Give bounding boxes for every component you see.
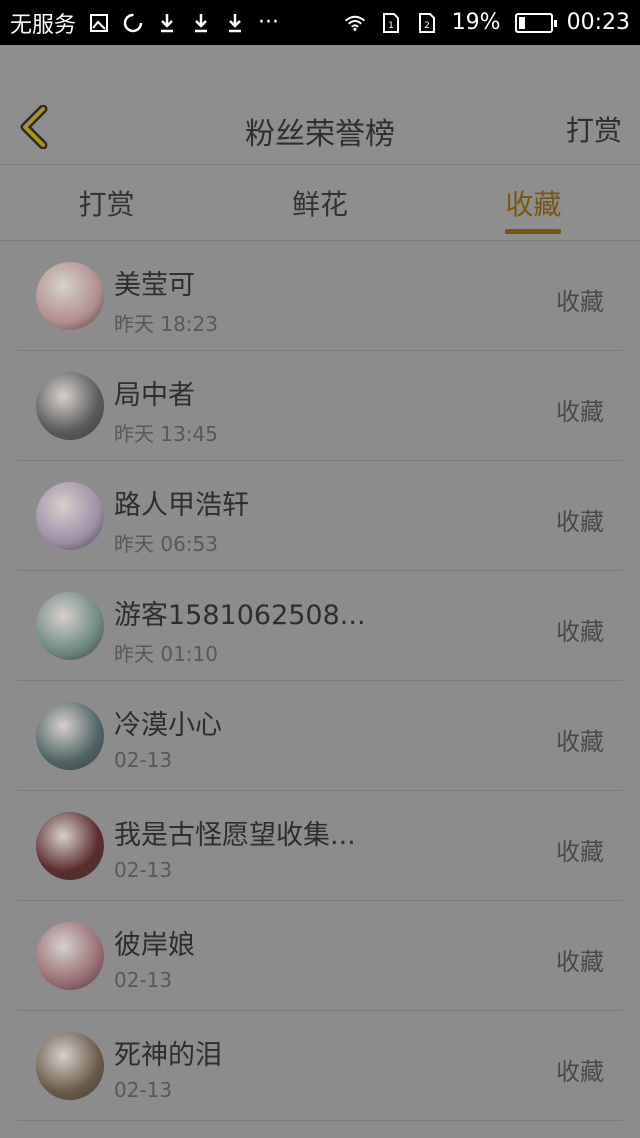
user-name: 游客1581062508... (114, 600, 366, 631)
status-bar: 无服务 ··· 1 2 19% 00:23 (0, 0, 640, 45)
battery-icon (514, 12, 557, 33)
avatar (36, 922, 104, 990)
carrier-label: 无服务 (10, 12, 77, 38)
favorite-label: 收藏 (556, 728, 604, 756)
avatar (36, 1032, 104, 1100)
timestamp: 昨天 13:45 (114, 422, 218, 446)
avatar (36, 812, 104, 880)
favorite-label: 收藏 (556, 948, 604, 976)
fan-list: 美莹可 昨天 18:23 收藏 局中者 昨天 13:45 收藏 路人甲浩轩 昨天… (0, 241, 640, 1121)
timestamp: 02-13 (114, 748, 173, 772)
favorite-label: 收藏 (556, 508, 604, 536)
tab-flowers[interactable]: 鲜花 (213, 165, 426, 240)
favorite-label: 收藏 (556, 1058, 604, 1086)
avatar (36, 372, 104, 440)
sim-card-icon: 2 (416, 12, 438, 34)
tab-favorites[interactable]: 收藏 (427, 165, 640, 240)
tip-button[interactable]: 打赏 (566, 109, 622, 149)
avatar (36, 592, 104, 660)
list-item[interactable]: 冷漠小心 02-13 收藏 (18, 681, 622, 791)
sync-icon (122, 12, 144, 34)
battery-fill (518, 16, 525, 29)
svg-text:1: 1 (388, 21, 394, 31)
list-item[interactable]: 死神的泪 02-13 收藏 (18, 1011, 622, 1121)
timestamp: 昨天 06:53 (114, 532, 218, 556)
status-left: 无服务 ··· (10, 7, 279, 39)
list-item[interactable]: 我是古怪愿望收集... 02-13 收藏 (18, 791, 622, 901)
user-name: 死神的泪 (114, 1040, 222, 1071)
list-item[interactable]: 美莹可 昨天 18:23 收藏 (18, 241, 622, 351)
favorite-label: 收藏 (556, 838, 604, 866)
avatar (36, 482, 104, 550)
timestamp: 昨天 01:10 (114, 642, 218, 666)
wifi-icon (344, 12, 366, 34)
download-icon (224, 12, 246, 34)
clock: 00:23 (566, 10, 630, 35)
user-name: 路人甲浩轩 (114, 490, 249, 521)
timestamp: 昨天 18:23 (114, 312, 218, 336)
status-right: 1 2 19% 00:23 (344, 10, 630, 35)
favorite-label: 收藏 (556, 618, 604, 646)
list-item[interactable]: 游客1581062508... 昨天 01:10 收藏 (18, 571, 622, 681)
timestamp: 02-13 (114, 1078, 173, 1102)
tab-label: 鲜花 (291, 187, 348, 221)
more-notifications-label: ··· (258, 10, 279, 35)
list-item[interactable]: 彼岸娘 02-13 收藏 (18, 901, 622, 1011)
tab-bar: 打赏 鲜花 收藏 (0, 165, 640, 241)
user-name: 我是古怪愿望收集... (114, 820, 356, 851)
tab-label: 收藏 (505, 187, 562, 221)
battery-percent: 19% (451, 10, 501, 35)
user-name: 彼岸娘 (114, 930, 195, 961)
avatar (36, 262, 104, 330)
tab-label: 打赏 (78, 187, 135, 221)
tab-tip[interactable]: 打赏 (0, 165, 213, 240)
image-icon (88, 12, 110, 34)
favorite-label: 收藏 (556, 288, 604, 316)
sim-card-icon: 1 (380, 12, 402, 34)
timestamp: 02-13 (114, 968, 173, 992)
user-name: 美莹可 (114, 270, 195, 301)
list-item[interactable]: 局中者 昨天 13:45 收藏 (18, 351, 622, 461)
avatar (36, 702, 104, 770)
download-icon (156, 12, 178, 34)
download-icon (190, 12, 212, 34)
user-name: 冷漠小心 (114, 710, 222, 741)
top-bar: 粉丝荣誉榜 打赏 (0, 45, 640, 165)
user-name: 局中者 (114, 380, 195, 411)
page-title: 粉丝荣誉榜 (245, 117, 395, 152)
list-item[interactable]: 路人甲浩轩 昨天 06:53 收藏 (18, 461, 622, 571)
timestamp: 02-13 (114, 858, 173, 882)
favorite-label: 收藏 (556, 398, 604, 426)
active-tab-indicator (505, 229, 562, 234)
svg-text:2: 2 (424, 21, 430, 31)
